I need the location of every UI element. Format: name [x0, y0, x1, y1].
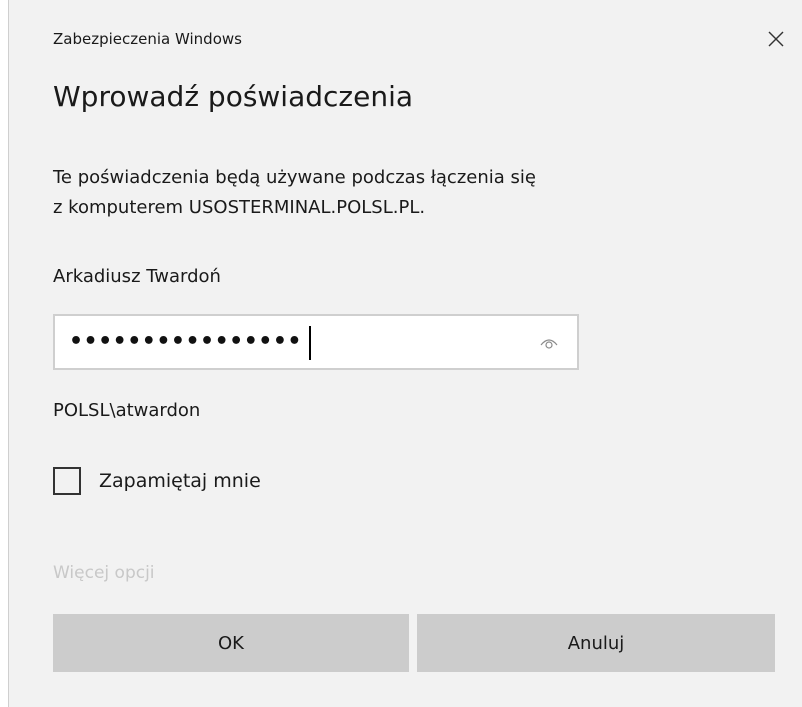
credentials-dialog: Zabezpieczenia Windows Wprowadź poświadc…	[8, 0, 802, 707]
dialog-heading: Wprowadź poświadczenia	[53, 80, 414, 113]
description-line-1: Te poświadczenia będą używane podczas łą…	[53, 167, 536, 188]
dialog-app-title: Zabezpieczenia Windows	[53, 30, 242, 48]
ok-button[interactable]: OK	[53, 614, 409, 672]
dialog-description: Te poświadczenia będą używane podczas łą…	[53, 163, 536, 223]
close-button[interactable]	[765, 28, 787, 50]
description-line-2: z komputerem USOSTERMINAL.POLSL.PL.	[53, 197, 426, 218]
more-options-link[interactable]: Więcej opcji	[53, 561, 155, 585]
password-field[interactable]: ••••••••••••••••	[53, 314, 579, 370]
checkbox-box[interactable]	[53, 467, 81, 495]
close-icon	[768, 31, 784, 47]
password-masked-value: ••••••••••••••••	[69, 329, 302, 354]
remember-me-label[interactable]: Zapamiętaj mnie	[99, 468, 261, 494]
reveal-password-button[interactable]	[539, 334, 559, 352]
text-caret	[309, 326, 311, 360]
eye-reveal-icon	[540, 339, 558, 349]
domain-username: POLSL\atwardon	[53, 400, 201, 421]
cancel-button[interactable]: Anuluj	[417, 614, 775, 672]
remember-me-checkbox[interactable]: Zapamiętaj mnie	[53, 466, 261, 496]
username-label: Arkadiusz Twardoń	[53, 266, 221, 287]
